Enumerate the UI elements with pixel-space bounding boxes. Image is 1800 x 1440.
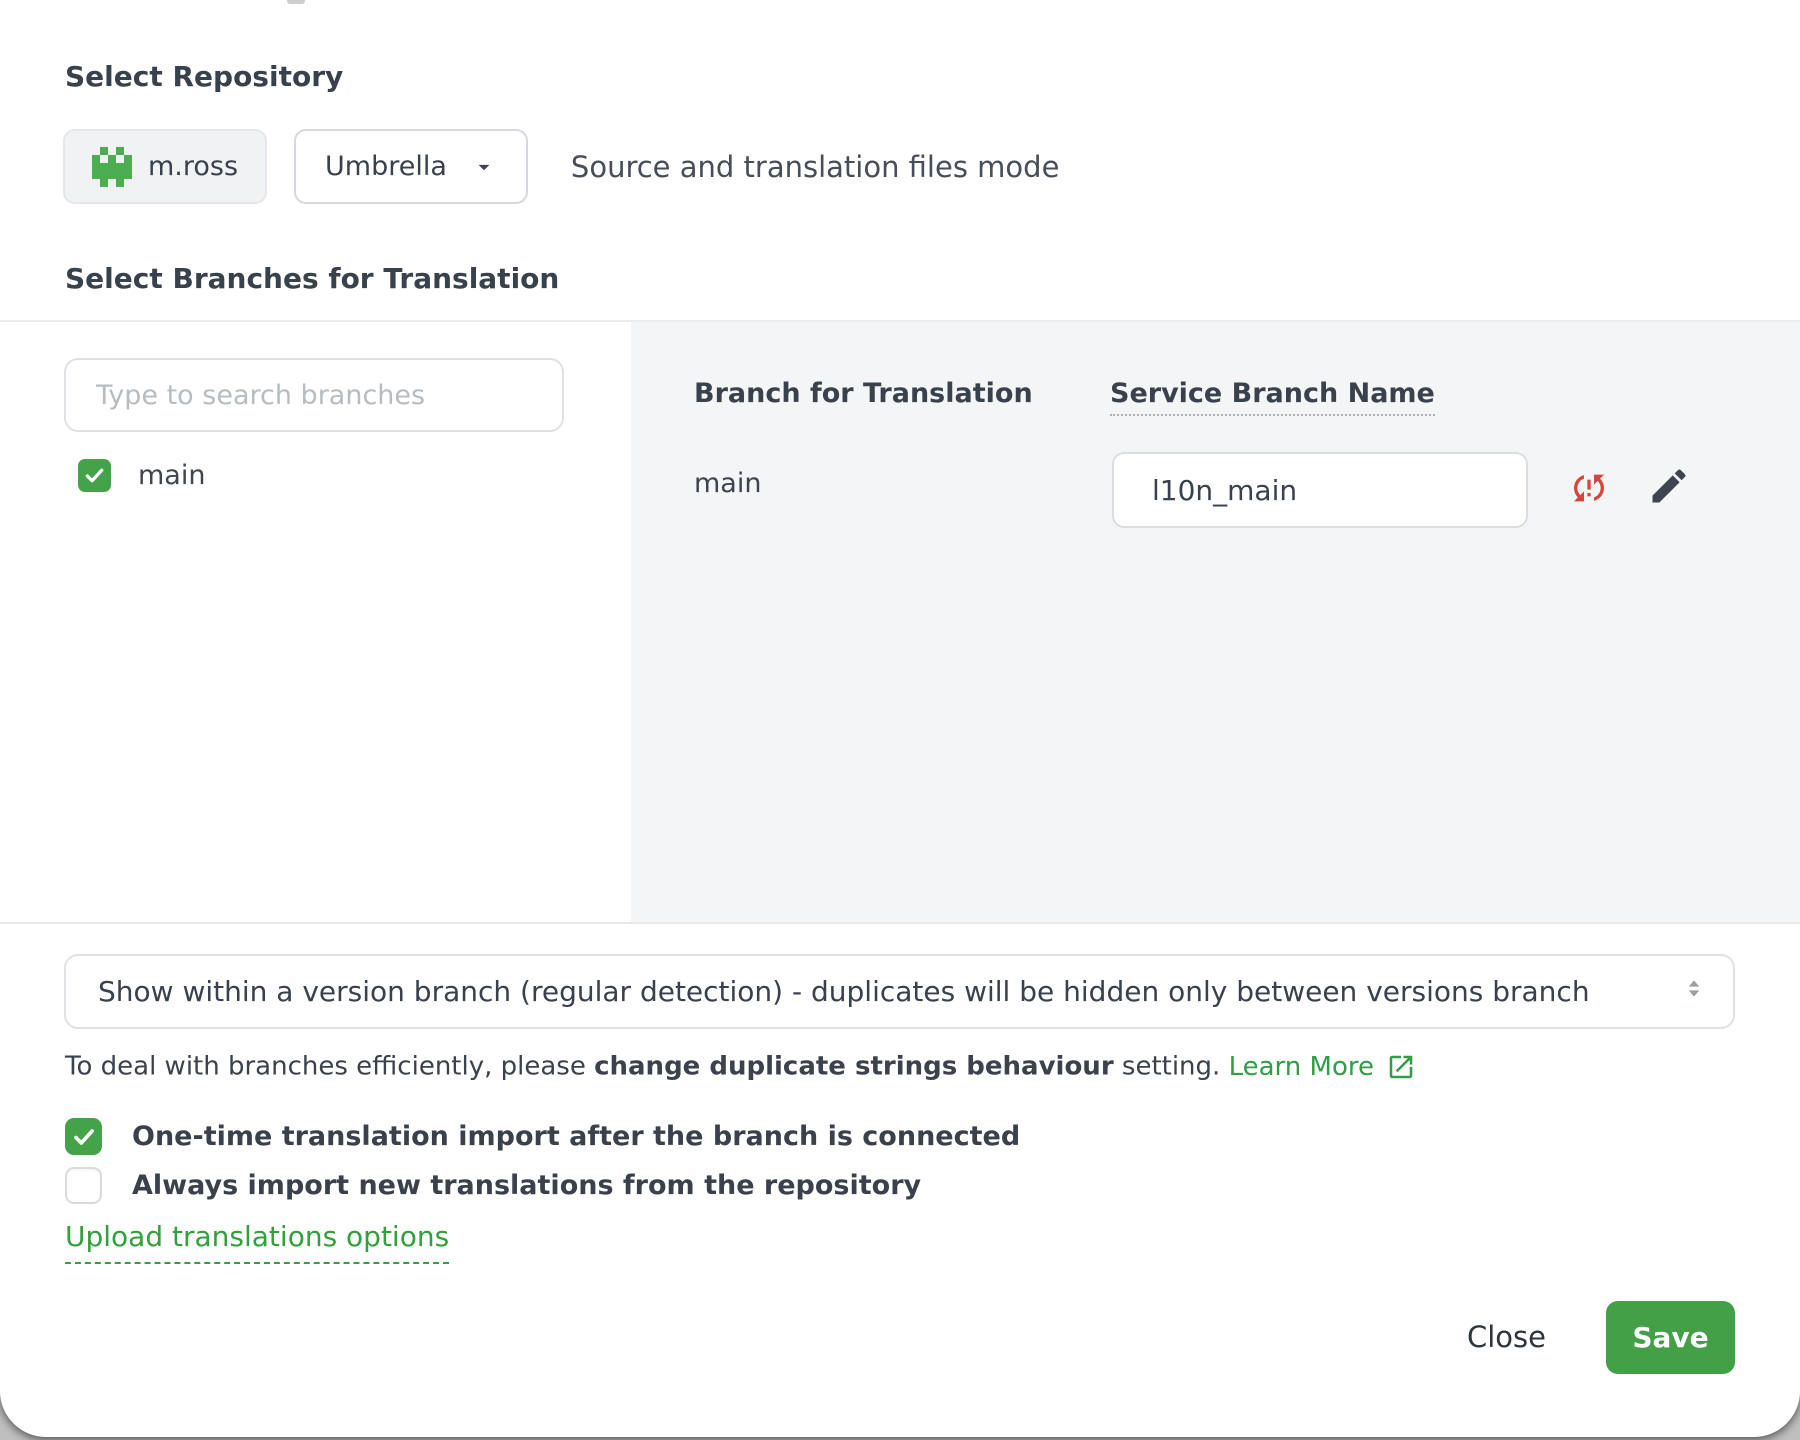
edit-pencil-icon[interactable]: [1647, 464, 1691, 508]
branch-for-translation-header: Branch for Translation: [694, 378, 1033, 409]
branch-list-item-main[interactable]: main: [78, 459, 205, 492]
duplicate-strings-select[interactable]: Show within a version branch (regular de…: [64, 954, 1735, 1029]
repository-select-dropdown[interactable]: Umbrella: [294, 129, 528, 204]
repository-row: m.ross Umbrella Source and translation f…: [63, 129, 1059, 204]
duplicate-strings-note: To deal with branches efficiently, pleas…: [65, 1048, 1416, 1085]
sync-problem-icon: [1569, 468, 1609, 508]
import-options-group: One-time translation import after the br…: [65, 1118, 1020, 1204]
save-button[interactable]: Save: [1606, 1301, 1735, 1374]
one-time-import-option[interactable]: One-time translation import after the br…: [65, 1118, 1020, 1155]
external-link-icon: [1386, 1052, 1416, 1089]
note-text-suffix: setting.: [1114, 1052, 1229, 1082]
up-down-arrows-icon: [1679, 973, 1709, 1010]
repository-avatar-identicon-icon: [92, 147, 132, 187]
close-button[interactable]: Close: [1463, 1320, 1550, 1354]
branch-search-input[interactable]: [64, 358, 564, 432]
note-text: To deal with branches efficiently, pleas…: [65, 1052, 594, 1082]
files-mode-label: Source and translation files mode: [571, 150, 1059, 184]
one-time-import-label[interactable]: One-time translation import after the br…: [132, 1121, 1020, 1152]
branch-connection-dialog: Select Repository m.ross: [0, 0, 1800, 1437]
one-time-import-checkbox-checked[interactable]: [65, 1118, 102, 1155]
checkmark-icon: [71, 1124, 97, 1150]
branches-panel: main Branch for Translation Service Bran…: [0, 320, 1800, 924]
select-branches-heading: Select Branches for Translation: [65, 262, 559, 295]
branch-item-label[interactable]: main: [138, 460, 205, 491]
service-branch-name-header: Service Branch Name: [1110, 378, 1435, 416]
service-branch-name-input[interactable]: [1112, 452, 1528, 528]
duplicate-strings-select-value: Show within a version branch (regular de…: [98, 975, 1655, 1008]
learn-more-label: Learn More: [1229, 1052, 1374, 1082]
always-import-option[interactable]: Always import new translations from the …: [65, 1167, 1020, 1204]
select-repository-heading: Select Repository: [65, 60, 343, 93]
repository-account-button[interactable]: m.ross: [63, 129, 267, 204]
always-import-checkbox-unchecked[interactable]: [65, 1167, 102, 1204]
branch-checkbox-checked[interactable]: [78, 459, 111, 492]
checkmark-icon: [83, 464, 106, 487]
branch-list-pane: main: [0, 322, 631, 922]
repository-select-value: Umbrella: [325, 151, 447, 182]
learn-more-link[interactable]: Learn More: [1229, 1048, 1416, 1085]
table-row-branch-name: main: [694, 468, 761, 499]
top-edge-artifact: [287, 0, 305, 4]
service-branch-pane: Branch for Translation Service Branch Na…: [631, 322, 1800, 922]
note-bold-text: change duplicate strings behaviour: [594, 1052, 1114, 1082]
dialog-actions: Close Save: [1463, 1300, 1735, 1374]
always-import-label[interactable]: Always import new translations from the …: [132, 1170, 921, 1201]
repository-account-label: m.ross: [148, 151, 238, 182]
page-background: Select Repository m.ross: [0, 0, 1800, 1440]
upload-translations-options-link[interactable]: Upload translations options: [65, 1220, 449, 1264]
caret-down-icon: [471, 154, 497, 180]
